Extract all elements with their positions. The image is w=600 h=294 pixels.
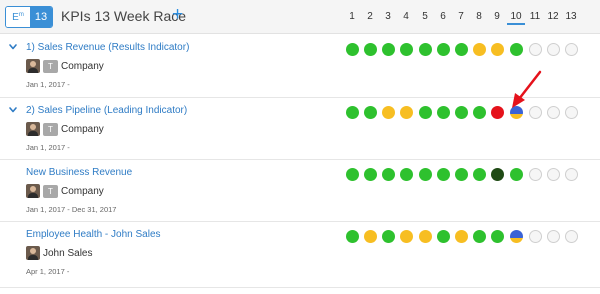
week-number-9: 9 [494,11,500,22]
week-number-11: 11 [529,11,541,22]
week-number-2: 2 [367,11,373,22]
status-dot-green[interactable] [399,43,413,56]
red-arrow-annotation [512,70,542,108]
status-dot-split[interactable] [509,230,523,243]
kpi-name-link[interactable]: New Business Revenue [26,167,132,178]
avatar [26,59,40,73]
status-dot-green[interactable] [454,106,468,119]
kpi-date-range: Jan 1, 2017 - [26,80,70,89]
status-dot-green[interactable] [381,230,395,243]
status-dot-empty[interactable] [546,106,560,119]
status-dot-green[interactable] [454,168,468,181]
kpi-owner: John Sales [26,246,92,260]
status-dot-yellow[interactable] [454,230,468,243]
status-dot-yellow[interactable] [490,43,504,56]
status-dot-empty[interactable] [564,106,578,119]
owner-name: John Sales [43,247,93,259]
status-dot-green[interactable] [418,106,432,119]
team-tag: T [43,59,58,73]
status-dot-empty[interactable] [528,230,542,243]
kpi-date-range: Jan 1, 2017 - Dec 31, 2017 [26,205,117,214]
status-dot-empty[interactable] [546,43,560,56]
week-header: 1 2 3 4 5 6 7 8 9 10 11 12 13 [0,11,600,27]
chevron-down-icon[interactable] [8,105,18,115]
status-dot-green[interactable] [436,168,450,181]
status-dot-green[interactable] [454,43,468,56]
avatar [26,184,40,198]
kpi-owner: T Company [26,184,104,198]
status-dot-green[interactable] [509,168,523,181]
status-dot-green[interactable] [436,230,450,243]
week-number-3: 3 [385,11,391,22]
avatar [26,122,40,136]
status-dot-green[interactable] [472,106,486,119]
status-dot-empty[interactable] [546,230,560,243]
status-dot-yellow[interactable] [399,230,413,243]
status-dot-yellow[interactable] [472,43,486,56]
status-dot-green[interactable] [472,230,486,243]
owner-name: Company [61,123,104,135]
status-dot-green[interactable] [363,106,377,119]
status-dot-red[interactable] [490,106,504,119]
kpi-row: New Business Revenue T Company Jan 1, 2017 … [0,160,600,222]
status-dot-green[interactable] [399,168,413,181]
status-dot-empty[interactable] [528,43,542,56]
status-dot-green[interactable] [363,168,377,181]
status-dot-yellow[interactable] [399,106,413,119]
status-dot-yellow[interactable] [381,106,395,119]
status-dot-empty[interactable] [564,230,578,243]
status-dot-green[interactable] [418,43,432,56]
kpi-row: Employee Health - John Sales John Sales Ap… [0,222,600,288]
status-dot-darkgreen[interactable] [490,168,504,181]
avatar [26,246,40,260]
status-dot-empty[interactable] [564,168,578,181]
kpi-name-link[interactable]: Employee Health - John Sales [26,229,161,240]
status-dot-green[interactable] [345,106,359,119]
owner-name: Company [61,60,104,72]
status-dot-green[interactable] [509,43,523,56]
week-number-12: 12 [547,11,559,22]
status-dot-green[interactable] [381,43,395,56]
kpi-owner: T Company [26,122,104,136]
status-dot-green[interactable] [381,168,395,181]
status-dot-green[interactable] [490,230,504,243]
kpi-date-range: Apr 1, 2017 - [26,267,70,276]
status-dot-yellow[interactable] [418,230,432,243]
kpi-owner: T Company [26,59,104,73]
kpi-name-link[interactable]: 2) Sales Pipeline (Leading Indicator) [26,105,187,116]
week-number-10: 10 [507,11,525,25]
status-dot-green[interactable] [363,43,377,56]
status-dot-green[interactable] [418,168,432,181]
status-dot-green[interactable] [472,168,486,181]
status-dot-green[interactable] [345,168,359,181]
week-number-13: 13 [565,11,577,22]
status-dot-empty[interactable] [528,168,542,181]
week-number-5: 5 [422,11,428,22]
status-dot-green[interactable] [345,43,359,56]
page-header: Em 13 KPIs 13 Week Race + 1 2 3 4 5 6 7 8 9 10 11 1… [0,0,600,34]
owner-name: Company [61,185,104,197]
kpi-name-link[interactable]: 1) Sales Revenue (Results Indicator) [26,42,189,53]
status-dot-green[interactable] [436,43,450,56]
status-dot-empty[interactable] [564,43,578,56]
status-dot-green[interactable] [436,106,450,119]
week-number-6: 6 [440,11,446,22]
week-number-4: 4 [403,11,409,22]
week-number-8: 8 [476,11,482,22]
status-dot-yellow[interactable] [363,230,377,243]
status-dot-green[interactable] [345,230,359,243]
kpi-date-range: Jan 1, 2017 - [26,143,70,152]
status-dot-empty[interactable] [546,168,560,181]
team-tag: T [43,184,58,198]
team-tag: T [43,122,58,136]
chevron-down-icon[interactable] [8,42,18,52]
week-number-1: 1 [349,11,355,22]
week-number-7: 7 [458,11,464,22]
